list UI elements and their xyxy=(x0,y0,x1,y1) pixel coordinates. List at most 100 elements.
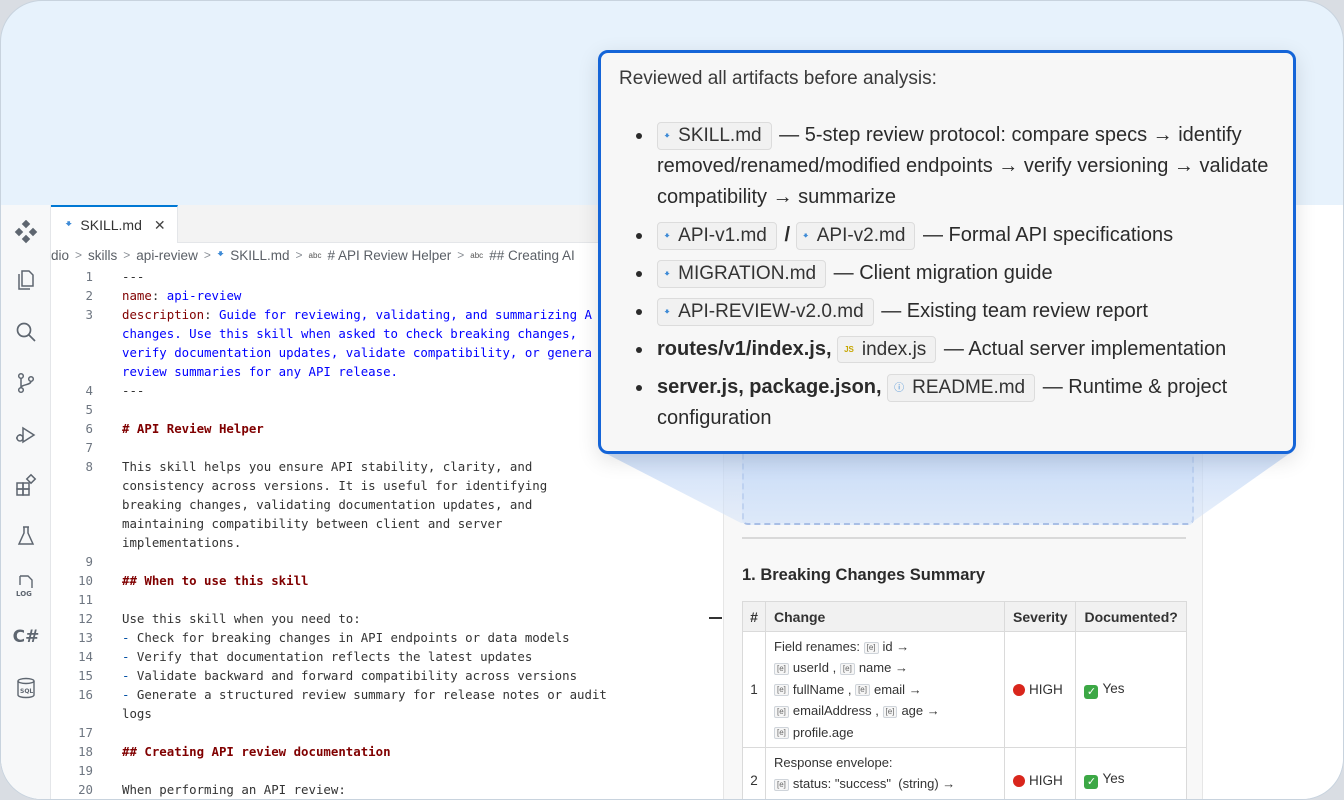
artifact-list: 🠻 SKILL.md — 5-step review protocol: comp… xyxy=(619,120,1279,441)
comma: , xyxy=(875,703,879,719)
file-chip[interactable]: 🠻 API-v2.md xyxy=(795,222,916,250)
comma: , xyxy=(832,660,837,676)
markdown-file-icon: 🠻 xyxy=(216,246,225,261)
row-number: 1 xyxy=(742,630,766,749)
symbol-field-icon: [e] xyxy=(774,684,789,697)
severity-cell: HIGH xyxy=(1003,747,1077,799)
search-icon[interactable] xyxy=(13,319,39,345)
log-icon[interactable]: LOG xyxy=(13,573,39,599)
severity-cell: HIGH xyxy=(1003,630,1077,749)
field-token: emailAddress xyxy=(792,703,872,719)
change-cell: Response envelope: [e] status: "success" … xyxy=(765,747,1005,799)
field-token: userId xyxy=(792,660,830,676)
list-item: 🠻 SKILL.md — 5-step review protocol: comp… xyxy=(619,120,1279,213)
yaml-value: Guide for reviewing, validating, and sum… xyxy=(218,307,592,322)
csharp-icon[interactable]: C# xyxy=(12,624,40,650)
yaml-key: description xyxy=(122,307,205,322)
markdown-heading: # API Review Helper xyxy=(122,421,264,436)
code-line: Use this skill when you need to: xyxy=(122,611,361,626)
item-bold-label: server.js, package.json, xyxy=(657,376,882,398)
arrow: → xyxy=(896,639,910,654)
tab-skill-md[interactable]: 🠻 SKILL.md ✕ xyxy=(51,205,178,243)
javascript-file-icon: JS xyxy=(844,345,854,354)
breadcrumb-item[interactable]: SKILL.md xyxy=(230,248,289,263)
explorer-icon[interactable] xyxy=(13,267,39,293)
code-line: - Verify that documentation reflects the… xyxy=(122,649,532,664)
line-text: implementations. xyxy=(122,535,242,550)
code-line: review summaries for any API release. xyxy=(122,364,398,379)
file-chip[interactable]: 🠻 MIGRATION.md xyxy=(657,260,827,288)
csharp-label: C# xyxy=(12,627,40,647)
yaml-value: changes. Use this skill when asked to ch… xyxy=(122,326,578,341)
file-chip[interactable]: 🠻 SKILL.md xyxy=(657,122,772,150)
field-token: profile.age xyxy=(792,724,854,740)
line-text: When performing an API review: xyxy=(122,782,346,797)
item-description: — Client migration guide xyxy=(833,262,1053,284)
breaking-changes-table: # Change Severity Documented? 1 Field re… xyxy=(742,601,1187,799)
extensions-icon[interactable] xyxy=(13,472,39,498)
screenshot-frame: LOG C# SQL 🠻 SKILL.md ✕ dio > skills > a… xyxy=(0,0,1344,800)
breadcrumb-item[interactable]: skills xyxy=(88,248,117,263)
code-line: logs xyxy=(122,706,152,721)
line-number: 2 xyxy=(85,288,93,303)
col-header-documented: Documented? xyxy=(1075,601,1187,632)
breadcrumb-separator: > xyxy=(457,248,465,262)
list-item: 🠻 MIGRATION.md — Client migration guide xyxy=(619,258,1279,289)
database-icon[interactable]: SQL xyxy=(13,675,39,701)
file-chip[interactable]: 🠻 API-REVIEW-v2.0.md xyxy=(657,298,874,326)
file-chip-label: README.md xyxy=(912,377,1026,398)
line-text: maintaining compatibility between client… xyxy=(122,516,503,531)
breadcrumb-item[interactable]: dio xyxy=(51,248,69,263)
check-icon: ✓ xyxy=(1084,775,1099,790)
field-token: fullName xyxy=(792,681,845,697)
line-number: 14 xyxy=(78,649,93,664)
close-icon[interactable]: ✕ xyxy=(154,217,166,234)
copilot-icon[interactable] xyxy=(13,219,39,245)
divider xyxy=(742,537,1186,539)
field-token: email xyxy=(873,681,906,697)
line-number: 3 xyxy=(85,307,93,322)
run-debug-icon[interactable] xyxy=(13,422,39,448)
list-item: 🠻 API-v1.md / 🠻 API-v2.md — Formal API spe… xyxy=(619,220,1279,251)
activity-bar: LOG C# SQL xyxy=(1,205,51,799)
documented-label: Yes xyxy=(1102,771,1125,787)
code-line: This skill helps you ensure API stabilit… xyxy=(122,459,532,474)
severity-label: HIGH xyxy=(1029,772,1063,788)
code-line: --- xyxy=(122,269,144,284)
code-line: implementations. xyxy=(122,535,241,550)
symbol-field-icon: [e] xyxy=(855,684,870,697)
line-number: 18 xyxy=(78,744,93,759)
testing-icon[interactable] xyxy=(13,523,39,549)
change-lead: Response envelope: xyxy=(774,755,893,771)
callout-title: Reviewed all artifacts before analysis: xyxy=(619,68,937,89)
code-line: consistency across versions. It is usefu… xyxy=(122,478,547,493)
documented-cell: ✓ Yes xyxy=(1075,630,1187,749)
code-line: changes. Use this skill when asked to ch… xyxy=(122,326,577,341)
markdown-file-icon: 🠻 xyxy=(664,231,671,242)
markdown-file-icon: 🠻 xyxy=(664,307,671,318)
breadcrumb-item[interactable]: api-review xyxy=(136,248,198,263)
breadcrumb-item[interactable]: # API Review Helper xyxy=(327,248,451,263)
line-number: 13 xyxy=(78,630,93,645)
table-row: 1 Field renames: [e] id → [e] userId , [e]… xyxy=(742,630,1187,749)
breadcrumb-item[interactable]: ## Creating AI xyxy=(489,248,575,263)
file-chip-label: MIGRATION.md xyxy=(678,263,817,284)
line-number: 11 xyxy=(78,592,93,607)
list-item: routes/v1/index.js, JS index.js — Actual … xyxy=(619,334,1279,365)
code-line: # API Review Helper xyxy=(122,421,264,436)
file-chip[interactable]: ⓘ README.md xyxy=(887,374,1036,402)
symbol-field-icon: [e] xyxy=(774,727,789,740)
file-chip[interactable]: 🠻 API-v1.md xyxy=(657,222,777,250)
file-chip[interactable]: JS index.js xyxy=(837,336,937,363)
slash-separator: / xyxy=(784,224,790,246)
string-symbol-icon: abc xyxy=(470,250,484,260)
line-text: --- xyxy=(122,269,145,284)
line-number: 7 xyxy=(85,440,93,455)
code-line: name: api-review xyxy=(122,288,241,303)
symbol-field-icon: [e] xyxy=(839,662,855,675)
line-text: Verify that documentation reflects the l… xyxy=(129,649,533,664)
drop-zone xyxy=(742,449,1194,525)
source-control-icon[interactable] xyxy=(13,370,39,396)
documented-cell: ✓ Yes xyxy=(1075,747,1187,799)
item-description: — Existing team review report xyxy=(881,300,1148,322)
